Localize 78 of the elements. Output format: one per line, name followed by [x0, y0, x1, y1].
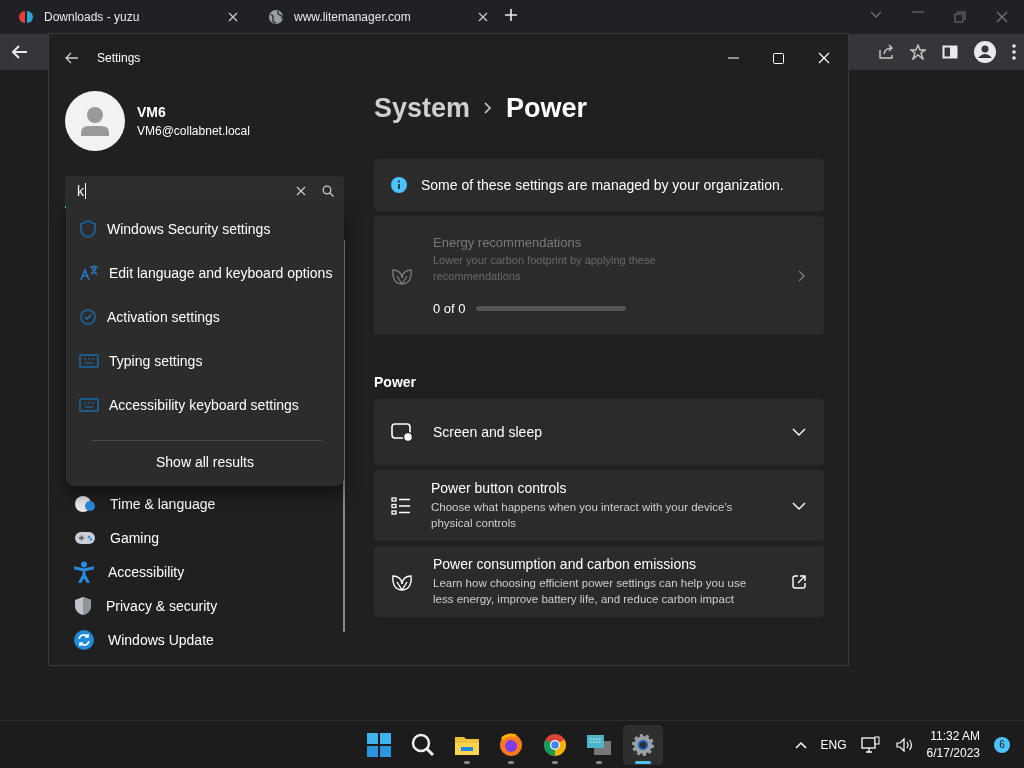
maximize-icon[interactable]	[773, 52, 784, 64]
external-link-icon[interactable]	[792, 574, 806, 589]
gear-icon[interactable]	[631, 732, 655, 757]
accessibility-person-icon	[74, 561, 94, 583]
card-description: Lower your carbon footprint by applying these recommendations	[433, 253, 657, 284]
language-icon	[79, 264, 99, 282]
screen-moon-icon	[391, 422, 413, 442]
star-icon[interactable]	[910, 44, 926, 60]
sync-arrows-icon	[74, 630, 94, 650]
back-arrow-icon[interactable]	[12, 45, 28, 59]
sidebar-item[interactable]: Gaming	[65, 521, 344, 555]
chevron-right-icon	[484, 102, 493, 114]
clock-time[interactable]: 11:32 AM	[930, 729, 980, 743]
chevron-right-icon	[798, 269, 806, 282]
share-icon[interactable]	[878, 44, 894, 60]
card-description: Choose what happens when you interact with your device's physical controls	[431, 500, 734, 531]
search-suggestion[interactable]: Edit language and keyboard options	[66, 251, 344, 295]
close-icon[interactable]	[478, 12, 488, 22]
language-indicator[interactable]: ENG	[820, 737, 847, 752]
sidebar-item[interactable]: Privacy & security	[65, 589, 344, 623]
clock-date[interactable]: 6/17/2023	[926, 746, 980, 760]
windows-logo-icon[interactable]	[366, 731, 392, 758]
search-icon[interactable]	[411, 732, 435, 757]
sidebar-item[interactable]: Time & language	[65, 487, 344, 521]
globe-icon	[268, 9, 284, 25]
settings-card[interactable]: Screen and sleep	[374, 399, 824, 465]
settings-card[interactable]: Power button controls Choose what happens when you interact with your device's physical controls	[374, 470, 824, 541]
firefox-logo-icon[interactable]	[499, 732, 523, 757]
avatar-icon	[65, 91, 125, 151]
keyboard-icon	[79, 398, 99, 412]
check-circle-icon	[79, 308, 97, 326]
breadcrumb-link[interactable]: System	[374, 92, 471, 124]
card-title: Power consumption and carbon emissions	[433, 556, 698, 572]
info-text: Some of these settings are managed by your organization.	[421, 177, 784, 193]
game-controller-icon	[74, 530, 96, 546]
search-suggestion[interactable]: Activation settings	[66, 295, 344, 339]
chevron-up-icon[interactable]	[794, 740, 807, 749]
browser-tab[interactable]: Downloads - yuzu	[0, 0, 250, 34]
speaker-icon[interactable]	[894, 736, 913, 753]
close-icon[interactable]	[228, 12, 238, 22]
shield-icon	[74, 596, 92, 616]
sidebar-item[interactable]: Windows Update	[65, 623, 344, 657]
user-email: VM6@collabnet.local	[137, 124, 250, 138]
clear-icon[interactable]	[296, 186, 306, 196]
show-all-results-link[interactable]: Show all results	[147, 451, 262, 473]
page-title: Power	[506, 92, 588, 124]
sidebar-item[interactable]: Accessibility	[65, 555, 344, 589]
remote-desktop-icon[interactable]	[586, 733, 612, 756]
search-suggestion[interactable]: Typing settings	[66, 339, 344, 383]
search-icon[interactable]	[322, 185, 334, 197]
search-field[interactable]: k	[65, 176, 344, 208]
restore-icon[interactable]	[954, 11, 966, 23]
keyboard-icon	[79, 354, 99, 368]
section-heading: Power	[374, 374, 417, 390]
progress-count: 0 of 0	[433, 301, 466, 316]
profile-icon[interactable]	[974, 41, 996, 63]
info-icon	[391, 177, 407, 193]
search-suggestion[interactable]: Accessibility keyboard settings	[66, 383, 344, 427]
card-description: Learn how choosing efficient power settings can help you use less energy, improve battery life, and reduce carbon impact	[433, 576, 748, 607]
more-menu-icon[interactable]	[1012, 44, 1016, 60]
card-title: Screen and sleep	[433, 424, 543, 440]
taskbar-app[interactable]	[623, 724, 663, 765]
list-icon	[391, 496, 411, 515]
card-title: Energy recommendations	[433, 235, 583, 250]
search-suggestion[interactable]: Windows Security settings	[66, 207, 344, 251]
card-title: Power button controls	[431, 480, 568, 496]
chrome-logo-icon[interactable]	[543, 732, 567, 757]
yuzu-logo-icon	[18, 9, 34, 25]
notification-badge[interactable]: 6	[994, 736, 1010, 753]
side-panel-icon[interactable]	[942, 44, 958, 60]
back-arrow-icon[interactable]	[65, 52, 79, 64]
browser-tab[interactable]: www.litemanager.com	[250, 0, 500, 34]
plus-icon[interactable]	[504, 8, 518, 22]
user-name: VM6	[137, 104, 167, 120]
shield-icon	[79, 220, 97, 238]
settings-card[interactable]: Power consumption and carbon emissions Learn how choosing efficient power settings can help you use less energy, improve battery life, and reduce carbon impact	[374, 546, 824, 617]
window-title: Settings	[97, 51, 141, 65]
network-icon[interactable]	[860, 735, 881, 754]
